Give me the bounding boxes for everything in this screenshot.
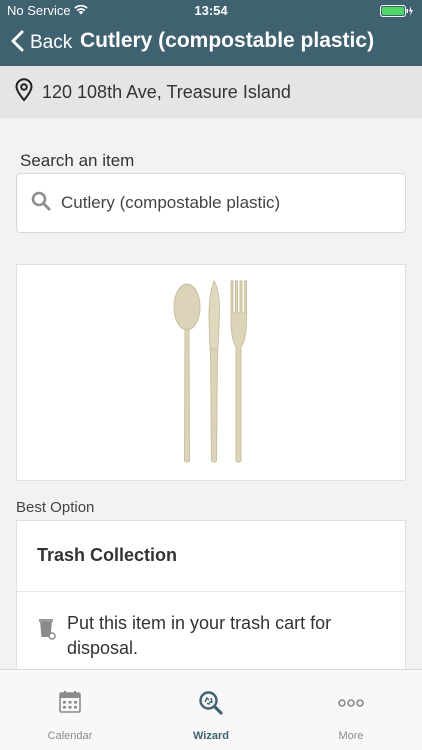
more-dots-icon: [338, 690, 364, 716]
address-text: 120 108th Ave, Treasure Island: [42, 81, 291, 102]
status-bar: No Service 13:54: [0, 0, 422, 22]
navigation-bar: Back Cutlery (compostable plastic): [0, 22, 422, 66]
tab-bar: Calendar Wizard More: [0, 669, 422, 750]
tab-more-label: More: [338, 730, 364, 742]
divider: [17, 591, 405, 592]
address-bar[interactable]: 120 108th Ave, Treasure Island: [0, 66, 422, 118]
item-image-card: [16, 264, 406, 481]
best-option-label: Best Option: [16, 499, 95, 516]
search-icon: [31, 191, 51, 216]
tab-wizard[interactable]: Wizard: [141, 670, 281, 750]
chevron-left-icon: [10, 30, 24, 57]
page-title: Cutlery (compostable plastic): [80, 29, 375, 52]
app-header: No Service 13:54 Back Cutlery (compostab…: [0, 0, 422, 66]
clock: 13:54: [194, 3, 228, 18]
tab-calendar-label: Calendar: [47, 730, 93, 742]
wizard-search-icon: [198, 690, 224, 716]
tab-more[interactable]: More: [281, 670, 421, 750]
search-label: Search an item: [20, 151, 135, 170]
trash-cart-icon: [39, 618, 57, 645]
tab-calendar[interactable]: Calendar: [0, 670, 140, 750]
map-pin-icon: [14, 77, 34, 107]
back-label: Back: [30, 32, 73, 53]
cutlery-image: [173, 279, 247, 463]
search-value: Cutlery (compostable plastic): [61, 193, 281, 212]
tab-wizard-label: Wizard: [193, 730, 229, 742]
battery-icon: [380, 5, 414, 17]
best-option-card[interactable]: Trash Collection Put this item in your t…: [16, 520, 406, 680]
charging-icon: [409, 6, 413, 16]
option-description: Put this item in your trash cart for dis…: [67, 613, 332, 658]
calendar-icon: [59, 690, 81, 716]
main-content: Search an item Cutlery (compostable plas…: [0, 118, 422, 680]
option-title: Trash Collection: [37, 545, 178, 565]
back-button[interactable]: Back: [10, 28, 72, 58]
search-input[interactable]: Cutlery (compostable plastic): [16, 173, 406, 233]
